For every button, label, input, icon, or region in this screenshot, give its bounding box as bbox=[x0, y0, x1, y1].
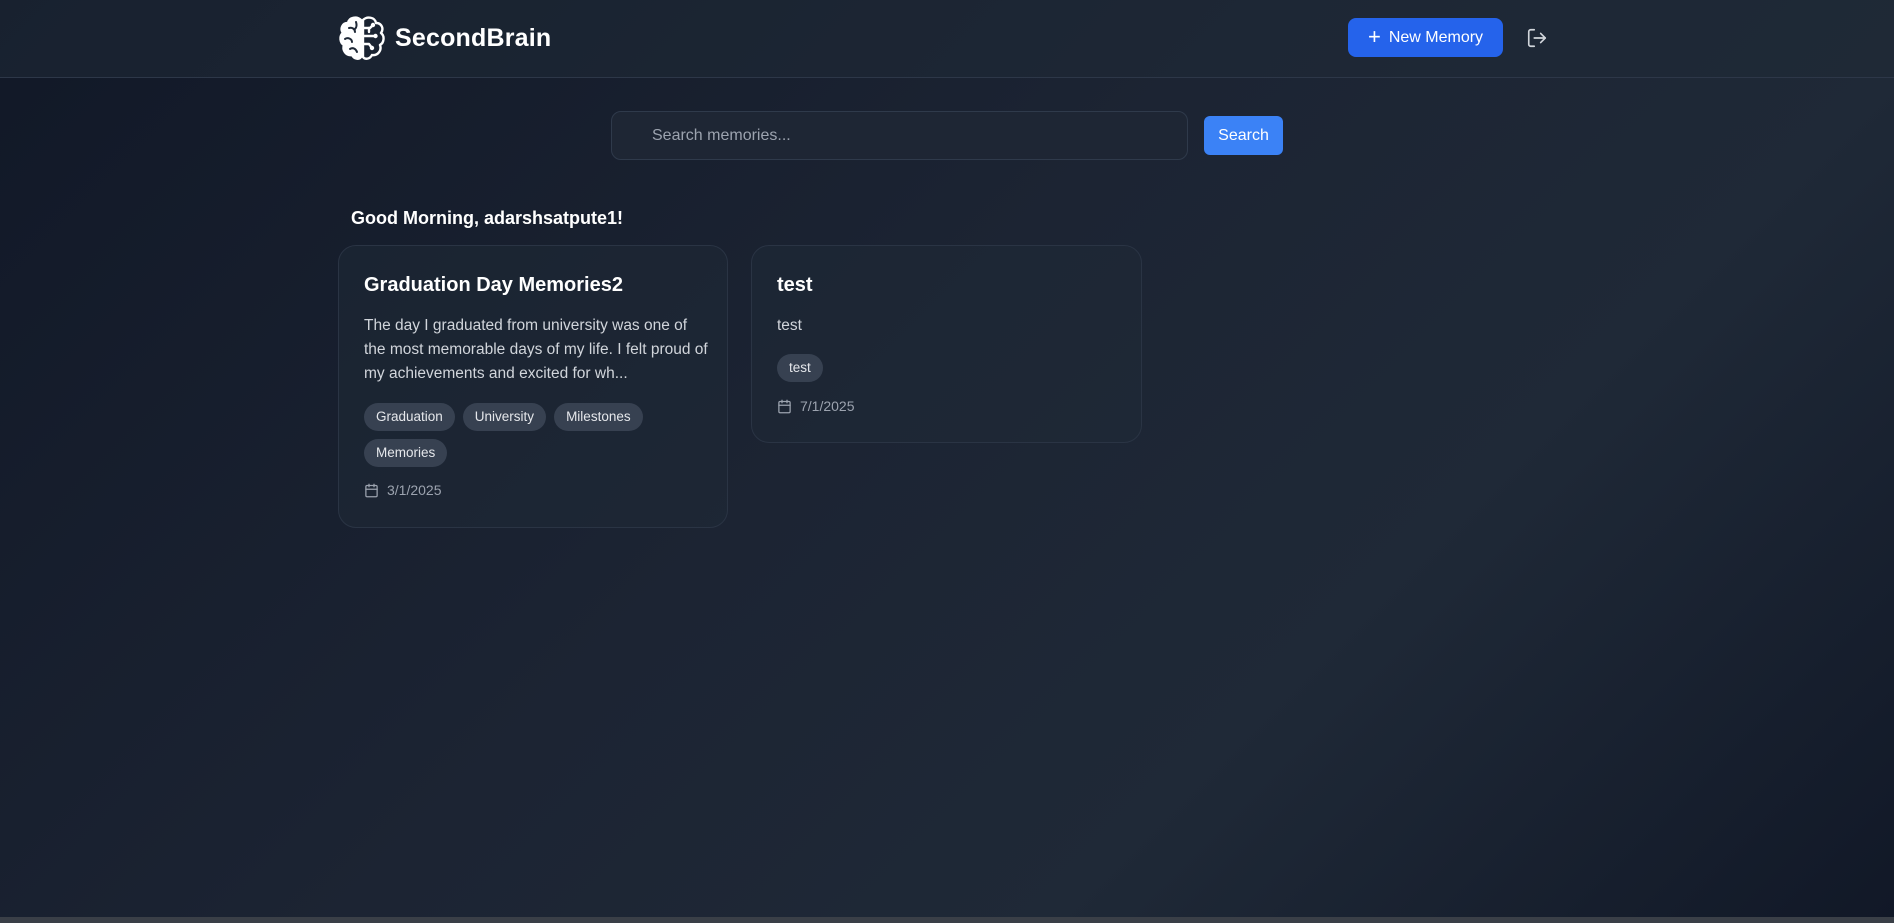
memory-date: 7/1/2025 bbox=[777, 398, 855, 414]
memory-title: test bbox=[777, 274, 813, 296]
memory-date-text: 7/1/2025 bbox=[800, 398, 855, 414]
plus-icon: + bbox=[1367, 23, 1381, 49]
greeting: Good Morning, adarshsatpute1! bbox=[351, 208, 624, 228]
search-box bbox=[611, 111, 1188, 160]
memory-title: Graduation Day Memories2 bbox=[364, 274, 623, 296]
memory-body: The day I graduated from university was … bbox=[364, 317, 708, 382]
brand-name: SecondBrain bbox=[395, 23, 552, 52]
tag-list: Graduation University Milestones Memorie… bbox=[364, 403, 709, 467]
memory-date-text: 3/1/2025 bbox=[387, 482, 442, 498]
brand[interactable]: SecondBrain bbox=[337, 14, 551, 62]
new-memory-button[interactable]: + New Memory bbox=[1348, 18, 1503, 57]
new-memory-label: New Memory bbox=[1388, 28, 1484, 46]
tag[interactable]: test bbox=[777, 354, 823, 382]
memory-body: test bbox=[777, 317, 802, 334]
memory-card[interactable]: test test test 7/1/2025 bbox=[751, 245, 1142, 443]
tag[interactable]: Memories bbox=[364, 439, 448, 467]
logout-icon[interactable] bbox=[1526, 27, 1548, 49]
tag[interactable]: Milestones bbox=[554, 403, 643, 431]
top-navbar: SecondBrain + New Memory bbox=[0, 0, 1894, 78]
memory-card[interactable]: Graduation Day Memories2 The day I gradu… bbox=[338, 245, 728, 528]
brain-icon bbox=[339, 16, 385, 60]
tag[interactable]: Graduation bbox=[364, 403, 455, 431]
calendar-icon bbox=[778, 399, 791, 413]
bottom-edge bbox=[0, 917, 1894, 923]
tag[interactable]: University bbox=[462, 403, 547, 431]
search-button[interactable]: Search bbox=[1204, 116, 1283, 155]
memory-date: 3/1/2025 bbox=[364, 482, 442, 498]
tag-list: test bbox=[777, 354, 1122, 382]
calendar-icon bbox=[365, 483, 378, 497]
search-input[interactable] bbox=[612, 112, 1187, 159]
